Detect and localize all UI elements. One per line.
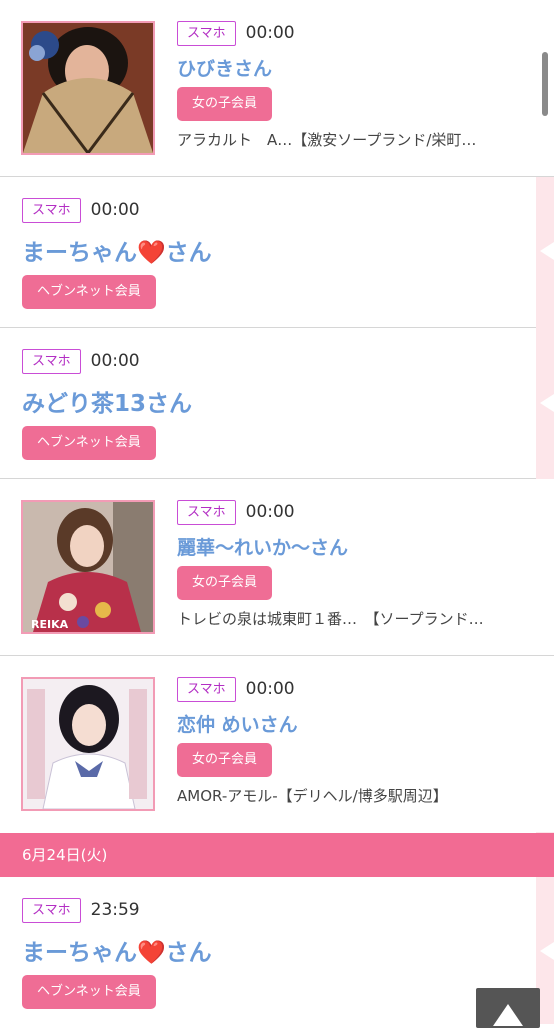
post-time: 00:00 xyxy=(90,200,140,220)
profile-thumbnail[interactable] xyxy=(21,677,155,811)
list-item[interactable]: スマホ 00:00 恋仲 めいさん 女の子会員 AMOR-アモル-【デリヘル/博… xyxy=(0,656,554,832)
member-type-badge: ヘブンネット会員 xyxy=(22,426,156,460)
post-time: 00:00 xyxy=(90,351,140,371)
smartphone-badge: スマホ xyxy=(177,676,236,702)
list-item[interactable]: スマホ 00:00 まーちゃん❤️さん ヘブンネット会員 xyxy=(0,177,536,328)
list-item[interactable]: スマホ 23:59 まーちゃん❤️さん ヘブンネット会員 xyxy=(0,877,536,1024)
post-time: 00:00 xyxy=(245,679,295,699)
user-name[interactable]: 恋仲 めいさん xyxy=(177,710,537,737)
member-type-badge: 女の子会員 xyxy=(177,743,273,777)
profile-thumbnail[interactable] xyxy=(21,21,155,155)
user-name[interactable]: みどり茶13さん xyxy=(22,384,192,418)
shop-name[interactable]: AMOR-アモル-【デリヘル/博多駅周辺】 xyxy=(177,785,537,806)
date-header: 6月24日(火) xyxy=(0,833,554,877)
list-item[interactable]: REIKA スマホ 00:00 麗華〜れいか〜さん 女の子会員 トレビの泉は城東… xyxy=(0,479,554,656)
post-time: 00:00 xyxy=(245,23,295,43)
user-name[interactable]: 麗華〜れいか〜さん xyxy=(177,533,537,560)
user-name[interactable]: まーちゃん❤️さん xyxy=(22,933,212,967)
side-notch xyxy=(540,242,554,260)
user-name[interactable]: ひびきさん xyxy=(177,54,537,81)
user-name[interactable]: まーちゃん❤️さん xyxy=(22,233,212,267)
post-time: 23:59 xyxy=(90,900,140,920)
scrollbar[interactable] xyxy=(542,52,548,116)
smartphone-badge: スマホ xyxy=(22,197,81,223)
profile-thumbnail[interactable]: REIKA xyxy=(21,500,155,634)
smartphone-badge: スマホ xyxy=(177,499,236,525)
member-type-badge: 女の子会員 xyxy=(177,566,273,600)
side-notch xyxy=(540,942,554,960)
side-notch xyxy=(540,394,554,412)
smartphone-badge: スマホ xyxy=(177,20,236,46)
page-top-button[interactable] xyxy=(476,988,540,1028)
member-type-badge: 女の子会員 xyxy=(177,87,273,121)
shop-name[interactable]: アラカルト A…【激安ソープランド/栄町… xyxy=(177,129,537,150)
smartphone-badge: スマホ xyxy=(22,348,81,374)
member-type-badge: ヘブンネット会員 xyxy=(22,275,156,309)
thumbnail-caption: REIKA xyxy=(31,618,69,631)
post-time: 00:00 xyxy=(245,502,295,522)
list-item[interactable]: スマホ 00:00 ひびきさん 女の子会員 アラカルト A…【激安ソープランド/… xyxy=(0,0,554,177)
smartphone-badge: スマホ xyxy=(22,897,81,923)
shop-name[interactable]: トレビの泉は城東町１番… 【ソープランド… xyxy=(177,608,537,629)
member-type-badge: ヘブンネット会員 xyxy=(22,975,156,1009)
list-item[interactable]: スマホ 00:00 みどり茶13さん ヘブンネット会員 xyxy=(0,328,536,479)
